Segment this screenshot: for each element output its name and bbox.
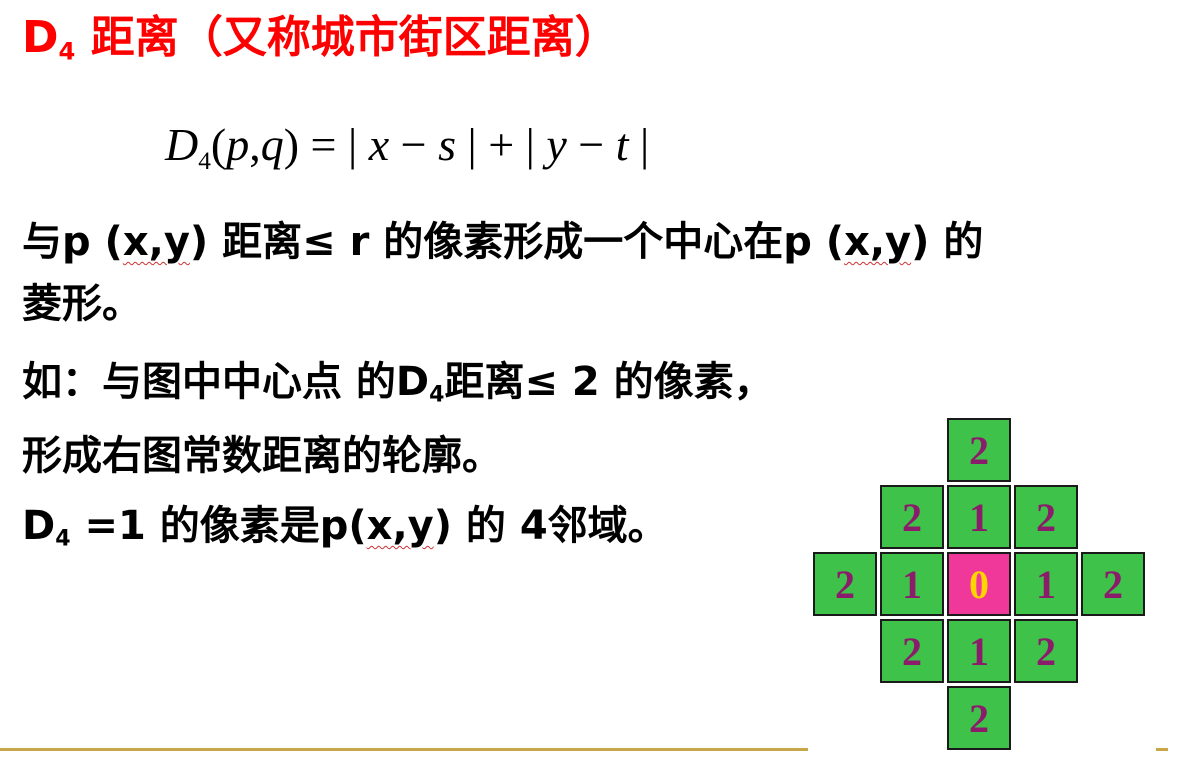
formula-t: t bbox=[615, 119, 629, 170]
line5-xy: x,y bbox=[366, 503, 434, 549]
distance-formula: D4(p,q) = | x − s | + | y − t | bbox=[165, 119, 650, 174]
grid-cell: 2 bbox=[1081, 552, 1145, 616]
formula-minus-2: − bbox=[566, 119, 616, 170]
line5-subscript: 4 bbox=[55, 526, 71, 552]
grid-cell: 2 bbox=[880, 619, 944, 683]
formula-s: s bbox=[438, 119, 456, 170]
grid-cell: 1 bbox=[947, 619, 1011, 683]
grid-cell: 2 bbox=[947, 686, 1011, 750]
grid-cell: 2 bbox=[1014, 485, 1078, 549]
formula-mid: | + | bbox=[455, 119, 547, 170]
grid-cell: 1 bbox=[880, 552, 944, 616]
formula-p: p bbox=[226, 119, 250, 170]
line5-part-c: ) 的 4邻域。 bbox=[433, 503, 668, 549]
title-prefix: D bbox=[22, 12, 59, 63]
line1-part-b: ) 距离≤ r 的像素形成一个中心在p ( bbox=[189, 219, 845, 265]
grid-cell: 2 bbox=[880, 485, 944, 549]
line1-part-c: ) 的 bbox=[911, 219, 984, 265]
grid-cell-center: 0 bbox=[947, 552, 1011, 616]
line5-part-a: D bbox=[22, 503, 56, 549]
text-line-2: 菱形。 bbox=[22, 281, 142, 327]
text-line-4: 形成右图常数距离的轮廓。 bbox=[22, 433, 502, 479]
footer-divider-tail bbox=[1156, 748, 1168, 751]
formula-end: | bbox=[628, 119, 650, 170]
title-rest: 距离（又称城市街区距离） bbox=[75, 12, 619, 63]
grid-cell: 2 bbox=[1014, 619, 1078, 683]
formula-lparen: ( bbox=[210, 119, 227, 170]
formula-x: x bbox=[368, 119, 390, 170]
line1-xy: x,y bbox=[122, 219, 190, 265]
text-line-5: D4 =1 的像素是p(x,y) 的 4邻域。 bbox=[22, 503, 668, 550]
grid-cell: 2 bbox=[947, 418, 1011, 482]
formula-comma: , bbox=[249, 119, 261, 170]
line1-part-a: 与p ( bbox=[22, 219, 123, 265]
slide-title: D4 距离（又称城市街区距离） bbox=[22, 16, 619, 64]
grid-cell: 1 bbox=[947, 485, 1011, 549]
line3-part-b: 距离≤ 2 的像素， bbox=[444, 359, 774, 405]
footer-divider bbox=[0, 748, 808, 751]
line3-subscript: 4 bbox=[429, 382, 445, 408]
grid-cell: 1 bbox=[1014, 552, 1078, 616]
title-subscript: 4 bbox=[58, 37, 76, 66]
formula-sub: 4 bbox=[198, 146, 211, 175]
line5-part-b: =1 的像素是p( bbox=[70, 503, 367, 549]
text-line-1: 与p (x,y) 距离≤ r 的像素形成一个中心在p (x,y) 的 bbox=[22, 222, 983, 262]
grid-cell: 2 bbox=[813, 552, 877, 616]
formula-y: y bbox=[546, 119, 567, 170]
line1-xy-2: x,y bbox=[844, 219, 912, 265]
formula-rparen-eq: ) = | bbox=[283, 119, 369, 170]
formula-d: D bbox=[165, 119, 199, 170]
formula-minus-1: − bbox=[389, 119, 439, 170]
formula-q: q bbox=[260, 119, 284, 170]
line3-part-a: 如：与图中中心点 的D bbox=[22, 359, 430, 405]
text-line-3: 如：与图中中心点 的D4距离≤ 2 的像素， bbox=[22, 359, 774, 406]
